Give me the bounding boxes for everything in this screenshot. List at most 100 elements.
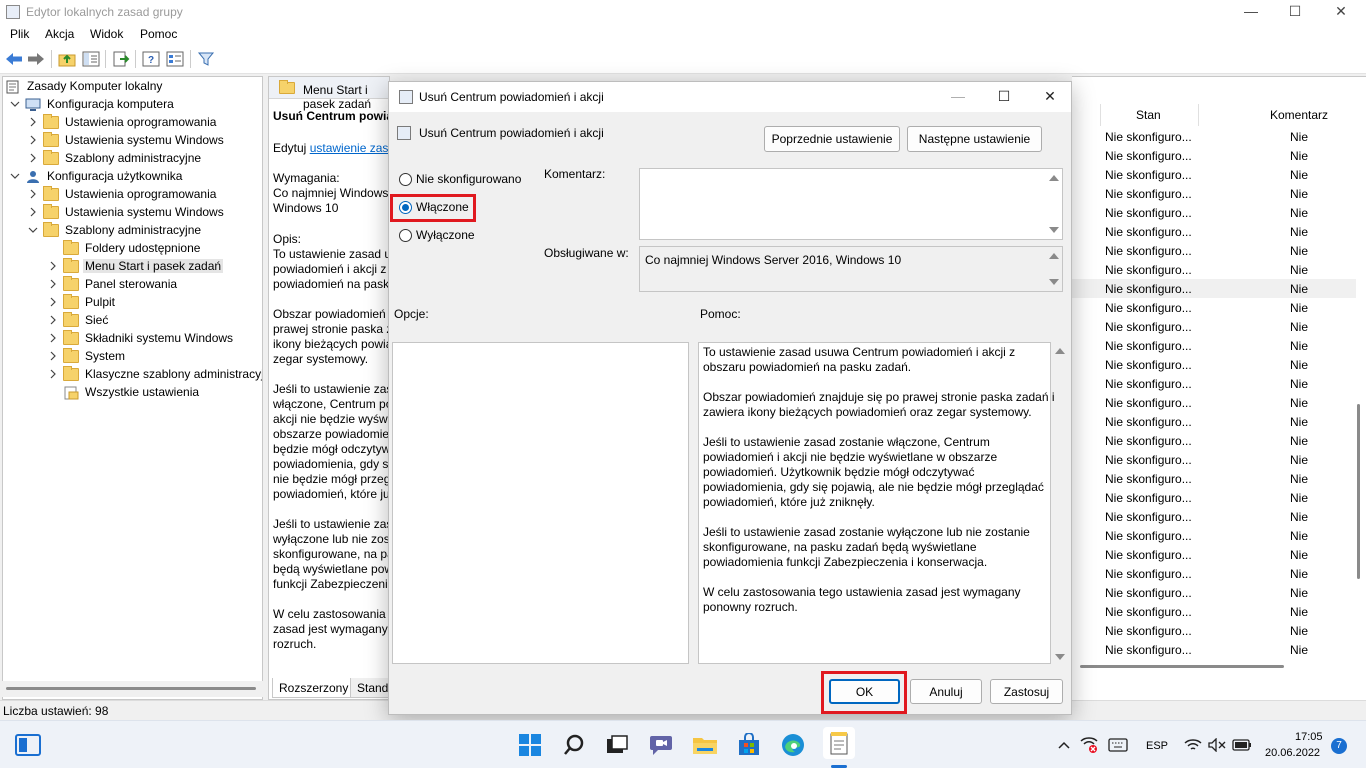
comment-scrollbar[interactable] (1046, 169, 1062, 239)
filter-icon[interactable] (196, 50, 216, 68)
tree-item[interactable]: Foldery udostępnione (47, 239, 202, 257)
chat-icon[interactable] (647, 731, 675, 759)
tree-item[interactable]: Konfiguracja komputera (9, 95, 176, 113)
menu-view[interactable]: Widok (90, 27, 123, 41)
menu-action[interactable]: Akcja (45, 27, 74, 41)
comment-field[interactable] (639, 168, 1063, 240)
close-button[interactable]: ✕ (1318, 0, 1364, 24)
properties-icon[interactable] (165, 50, 185, 68)
up-folder-icon[interactable] (57, 50, 77, 68)
list-row[interactable]: Nie skonfiguro... Nie (1072, 564, 1356, 583)
tree-item[interactable]: Szablony administracyjne (27, 149, 203, 167)
column-comment[interactable]: Komentarz (1270, 108, 1328, 122)
tree-item[interactable]: Konfiguracja użytkownika (9, 167, 184, 185)
show-tree-icon[interactable] (81, 50, 101, 68)
list-row[interactable]: Nie skonfiguro... Nie (1072, 203, 1356, 222)
tree-item[interactable]: Ustawienia oprogramowania (27, 185, 218, 203)
list-row[interactable]: Nie skonfiguro... Nie (1072, 317, 1356, 336)
list-row[interactable]: Nie skonfiguro... Nie (1072, 412, 1356, 431)
list-horizontal-scrollbar[interactable] (1080, 665, 1284, 668)
cancel-button[interactable]: Anuluj (910, 679, 982, 704)
list-row[interactable]: Nie skonfiguro... Nie (1072, 146, 1356, 165)
chevron-right-icon[interactable] (27, 116, 39, 128)
chevron-right-icon[interactable] (47, 368, 59, 380)
list-row[interactable]: Nie skonfiguro... Nie (1072, 374, 1356, 393)
chevron-right-icon[interactable] (27, 188, 39, 200)
tree-item[interactable]: Ustawienia systemu Windows (27, 203, 226, 221)
export-list-icon[interactable] (111, 50, 131, 68)
battery-icon[interactable] (1230, 731, 1254, 759)
list-row[interactable]: Nie skonfiguro... Nie (1072, 488, 1356, 507)
tree-item[interactable]: System (47, 347, 127, 365)
list-row[interactable]: Nie skonfiguro... Nie (1072, 545, 1356, 564)
list-vertical-scrollbar[interactable] (1354, 110, 1364, 670)
tab-extended[interactable]: Rozszerzony (272, 678, 356, 698)
list-row[interactable]: Nie skonfiguro... Nie (1072, 279, 1356, 298)
previous-setting-button[interactable]: Poprzednie ustawienie (764, 126, 900, 152)
store-icon[interactable] (735, 731, 763, 759)
list-row[interactable]: Nie skonfiguro... Nie (1072, 298, 1356, 317)
minimize-button[interactable]: — (1228, 0, 1274, 24)
chevron-down-icon[interactable] (27, 224, 39, 236)
supported-scrollbar[interactable] (1046, 247, 1062, 291)
dialog-close-button[interactable]: ✕ (1027, 82, 1073, 112)
forward-icon[interactable] (26, 50, 46, 68)
back-icon[interactable] (4, 50, 24, 68)
notifications-badge[interactable]: 7 (1331, 738, 1347, 754)
wifi-icon[interactable] (1182, 731, 1204, 759)
chevron-right-icon[interactable] (47, 260, 59, 272)
list-row[interactable]: Nie skonfiguro... Nie (1072, 336, 1356, 355)
list-row[interactable]: Nie skonfiguro... Nie (1072, 583, 1356, 602)
list-row[interactable]: Nie skonfiguro... Nie (1072, 165, 1356, 184)
chevron-down-icon[interactable] (9, 170, 21, 182)
list-row[interactable]: Nie skonfiguro... Nie (1072, 127, 1356, 146)
start-icon[interactable] (516, 731, 544, 759)
chevron-right-icon[interactable] (47, 350, 59, 362)
tree-horizontal-scrollbar[interactable] (2, 681, 263, 697)
notepad-icon[interactable] (823, 727, 855, 759)
chevron-right-icon[interactable] (47, 278, 59, 290)
keyboard-icon[interactable] (1106, 731, 1130, 759)
clock-date[interactable]: 20.06.2022 (1265, 747, 1320, 759)
list-row[interactable]: Nie skonfiguro... Nie (1072, 355, 1356, 374)
help-icon[interactable]: ? (141, 50, 161, 68)
volume-muted-icon[interactable] (1206, 731, 1228, 759)
chevron-right-icon[interactable] (27, 152, 39, 164)
tree-item[interactable]: Sieć (47, 311, 110, 329)
language-indicator[interactable]: ESP (1146, 740, 1168, 752)
tree-item[interactable]: Pulpit (47, 293, 117, 311)
chevron-right-icon[interactable] (27, 134, 39, 146)
list-row[interactable]: Nie skonfiguro... Nie (1072, 393, 1356, 412)
help-scrollbar[interactable] (1054, 344, 1066, 664)
clock-time[interactable]: 17:05 (1295, 731, 1323, 743)
ok-button[interactable]: OK (829, 679, 900, 704)
list-row[interactable]: Nie skonfiguro... Nie (1072, 640, 1356, 659)
file-explorer-icon[interactable] (691, 731, 719, 759)
radio-not-configured[interactable]: Nie skonfigurowano (399, 172, 521, 186)
list-row[interactable]: Nie skonfiguro... Nie (1072, 260, 1356, 279)
network-error-icon[interactable] (1078, 731, 1100, 759)
apply-button[interactable]: Zastosuj (990, 679, 1063, 704)
radio-disabled[interactable]: Wyłączone (399, 228, 475, 242)
tree-item[interactable]: Szablony administracyjne (27, 221, 203, 239)
search-icon[interactable] (560, 731, 588, 759)
chevron-right-icon[interactable] (47, 296, 59, 308)
list-row[interactable]: Nie skonfiguro... Nie (1072, 526, 1356, 545)
show-hidden-icons-icon[interactable] (1054, 731, 1074, 759)
edge-icon[interactable] (779, 731, 807, 759)
menu-help[interactable]: Pomoc (140, 27, 177, 41)
chevron-right-icon[interactable] (27, 206, 39, 218)
list-row[interactable]: Nie skonfiguro... Nie (1072, 241, 1356, 260)
chevron-down-icon[interactable] (9, 98, 21, 110)
column-state[interactable]: Stan (1136, 108, 1161, 122)
tree-item[interactable]: Zasady Komputer lokalny (5, 77, 164, 95)
list-row[interactable]: Nie skonfiguro... Nie (1072, 222, 1356, 241)
list-row[interactable]: Nie skonfiguro... Nie (1072, 469, 1356, 488)
widgets-icon[interactable] (14, 731, 42, 759)
list-row[interactable]: Nie skonfiguro... Nie (1072, 507, 1356, 526)
chevron-right-icon[interactable] (47, 314, 59, 326)
menu-file[interactable]: Plik (10, 27, 29, 41)
chevron-right-icon[interactable] (47, 332, 59, 344)
radio-enabled[interactable]: Włączone (399, 200, 469, 214)
tree-item[interactable]: Menu Start i pasek zadań (47, 257, 224, 275)
